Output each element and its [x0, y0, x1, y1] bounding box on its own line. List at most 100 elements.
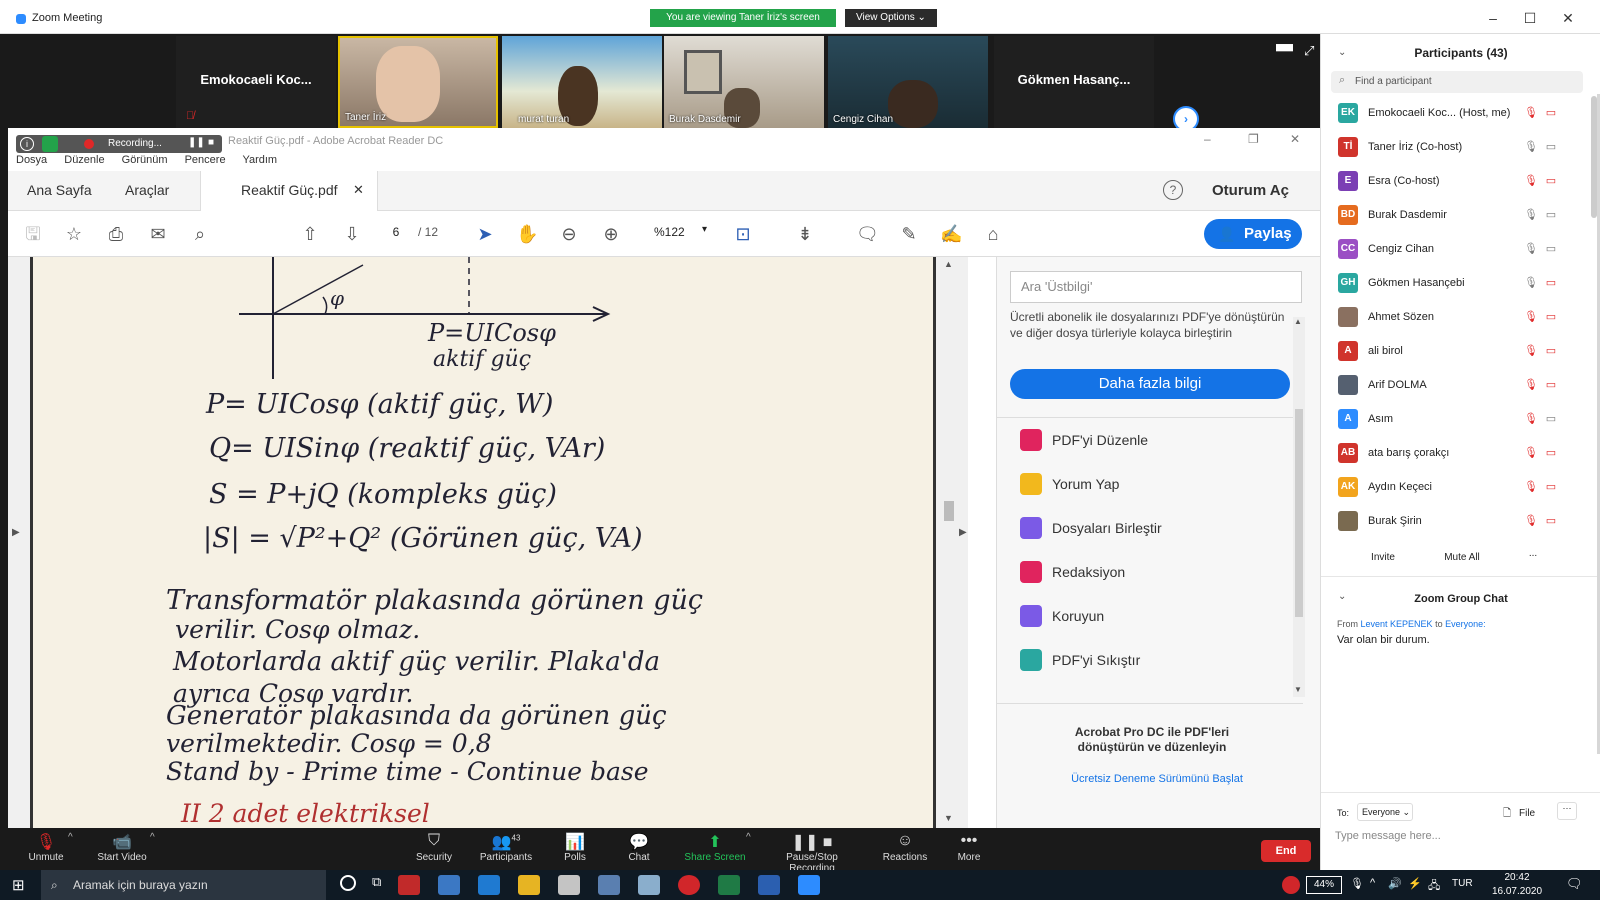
store-icon[interactable]: [558, 875, 580, 895]
calculator-icon[interactable]: [438, 875, 460, 895]
menu-item[interactable]: Görünüm: [122, 154, 168, 166]
chat-more-icon[interactable]: ···: [1557, 802, 1577, 820]
scroll-mode-icon[interactable]: ⇟: [794, 223, 816, 245]
right-panel-toggle-icon[interactable]: ▶: [959, 527, 967, 538]
menu-item[interactable]: Yardım: [242, 154, 277, 166]
zoom-out-icon[interactable]: ⊖: [558, 223, 580, 245]
pause-recording-icon[interactable]: ❚❚: [188, 137, 205, 148]
scroll-down-icon[interactable]: ▼: [944, 813, 953, 823]
battery-indicator[interactable]: 44%: [1306, 876, 1342, 894]
scroll-up-icon[interactable]: ▲: [944, 259, 953, 269]
menu-item[interactable]: Düzenle: [64, 154, 104, 166]
maximize-icon[interactable]: ☐: [1520, 10, 1540, 27]
mute-all-button[interactable]: Mute All: [1437, 552, 1487, 563]
tag-icon[interactable]: ⌂: [982, 223, 1004, 245]
zoom-level-select[interactable]: %122: [654, 225, 685, 239]
edge-icon[interactable]: [478, 875, 500, 895]
fit-page-icon[interactable]: ⊡: [732, 223, 754, 245]
tool-protect[interactable]: Koruyun: [1020, 605, 1104, 635]
tools-search-input[interactable]: Ara 'Üstbilgi': [1010, 271, 1302, 303]
chat-button[interactable]: 💬 Chat: [624, 832, 654, 863]
pause-stop-recording-button[interactable]: ❚❚ ■ Pause/Stop Recording: [762, 832, 862, 874]
scrollbar-thumb[interactable]: [944, 501, 954, 521]
print-icon[interactable]: ⎙: [105, 223, 127, 245]
video-tile-active[interactable]: Taner İriz: [338, 36, 498, 128]
chat-sender[interactable]: Levent KEPENEK: [1361, 619, 1433, 629]
sign-in-link[interactable]: Oturum Aç: [1212, 182, 1289, 199]
file-button[interactable]: File: [1519, 808, 1535, 819]
app-icon[interactable]: [398, 875, 420, 895]
participant-row[interactable]: EK Emokocaeli Koc... (Host, me) 🎙 ▭: [1321, 96, 1591, 130]
highlight-pen-icon[interactable]: ✎: [898, 223, 920, 245]
select-cursor-icon[interactable]: ➤: [474, 223, 496, 245]
tools-scrollbar[interactable]: ▲ ▼: [1293, 317, 1305, 697]
volume-icon[interactable]: 🔊: [1388, 877, 1402, 890]
clock-date[interactable]: 16.07.2020: [1490, 886, 1544, 897]
app-icon[interactable]: [638, 875, 660, 895]
polls-button[interactable]: 📊 Polls: [560, 832, 590, 863]
more-button[interactable]: ••• More: [954, 832, 984, 863]
cortana-icon[interactable]: [340, 875, 356, 891]
video-tile[interactable]: Gökmen Hasanç...: [994, 36, 1154, 128]
email-icon[interactable]: ✉: [147, 223, 169, 245]
comment-icon[interactable]: 🗨: [856, 223, 879, 245]
hand-tool-icon[interactable]: ✋: [516, 223, 538, 245]
video-options-chevron-icon[interactable]: ^: [150, 832, 155, 843]
free-trial-link[interactable]: Ücretsiz Deneme Sürümünü Başlat: [1037, 773, 1277, 785]
security-button[interactable]: ⛉ Security: [412, 832, 456, 863]
file-icon[interactable]: 🗋: [1503, 806, 1511, 823]
more-info-button[interactable]: Daha fazla bilgi: [1010, 369, 1290, 399]
participant-row[interactable]: AB ata barış çorakçı 🎙 ▭: [1321, 436, 1591, 470]
participant-row[interactable]: Aali birol 🎙 ▭: [1321, 334, 1591, 368]
share-screen-button[interactable]: ⬆ Share Screen: [684, 832, 746, 863]
minimize-icon[interactable]: –: [1483, 10, 1503, 26]
invite-button[interactable]: Invite: [1365, 552, 1401, 563]
view-options-button[interactable]: View Options ⌄: [845, 9, 937, 27]
participant-row[interactable]: CC Cengiz Cihan 🎙 ▭: [1321, 232, 1591, 266]
tool-edit-pdf[interactable]: PDF'yi Düzenle: [1020, 429, 1148, 459]
info-icon[interactable]: i: [20, 137, 34, 151]
recipient-select[interactable]: Everyone ⌄: [1357, 803, 1413, 821]
find-participant-input[interactable]: ⌕ Find a participant: [1331, 71, 1583, 93]
gallery-view-icon[interactable]: ▀▀: [1276, 44, 1293, 58]
acrobat-close-icon[interactable]: ✕: [1290, 132, 1300, 146]
taskbar-search-input[interactable]: ⌕ Aramak için buraya yazın: [41, 870, 326, 900]
stop-recording-icon[interactable]: ■: [208, 137, 214, 148]
video-tile[interactable]: Burak Dasdemir: [664, 36, 824, 128]
tab-home[interactable]: Ana Sayfa: [27, 182, 92, 198]
opera-icon[interactable]: [678, 875, 700, 895]
sign-icon[interactable]: ✍: [940, 223, 962, 245]
notifications-icon[interactable]: 🗨: [1566, 876, 1583, 892]
document-view[interactable]: ▶ φ P=UICosφ aktif güç P= UICosφ (aktif …: [8, 257, 968, 828]
end-meeting-button[interactable]: End: [1261, 840, 1311, 862]
power-icon[interactable]: ⚡: [1408, 877, 1422, 890]
chat-recipient[interactable]: Everyone:: [1445, 619, 1486, 629]
tab-tools[interactable]: Araçlar: [125, 182, 169, 198]
audio-options-chevron-icon[interactable]: ^: [68, 832, 73, 843]
word-icon[interactable]: [758, 875, 780, 895]
reactions-button[interactable]: ☺ Reactions: [880, 832, 930, 863]
help-icon[interactable]: ?: [1163, 180, 1183, 200]
participant-row[interactable]: Ahmet Sözen 🎙 ▭: [1321, 300, 1591, 334]
participants-more-button[interactable]: ...: [1523, 548, 1543, 559]
show-hidden-icons-icon[interactable]: ^: [1370, 877, 1375, 889]
vertical-scrollbar[interactable]: ▲ ▼: [940, 257, 958, 828]
tools-scroll-down-icon[interactable]: ▼: [1294, 685, 1302, 694]
participant-row[interactable]: BD Burak Dasdemir 🎙 ▭: [1321, 198, 1591, 232]
video-tile[interactable]: murat turan: [502, 36, 662, 128]
left-panel-toggle-icon[interactable]: ▶: [12, 527, 20, 538]
zoom-in-icon[interactable]: ⊕: [600, 223, 622, 245]
next-page-icon[interactable]: ⇩: [341, 223, 363, 245]
chat-message-input[interactable]: Type message here...: [1335, 830, 1585, 842]
tool-comment[interactable]: Yorum Yap: [1020, 473, 1119, 503]
participant-row[interactable]: AK Aydın Keçeci 🎙 ▭: [1321, 470, 1591, 504]
participant-row[interactable]: A Asım 🎙 ▭: [1321, 402, 1591, 436]
participant-row[interactable]: Burak Şirin 🎙 ▭: [1321, 504, 1591, 538]
language-indicator[interactable]: TUR: [1452, 878, 1473, 889]
video-tile[interactable]: Cengiz Cihan: [828, 36, 988, 128]
zoom-dropdown-chevron-icon[interactable]: ▾: [702, 224, 707, 235]
menu-item[interactable]: Pencere: [185, 154, 226, 166]
file-explorer-icon[interactable]: [518, 875, 540, 895]
windows-start-icon[interactable]: ⊞: [12, 876, 25, 894]
fullscreen-icon[interactable]: ⤢: [1304, 43, 1314, 59]
